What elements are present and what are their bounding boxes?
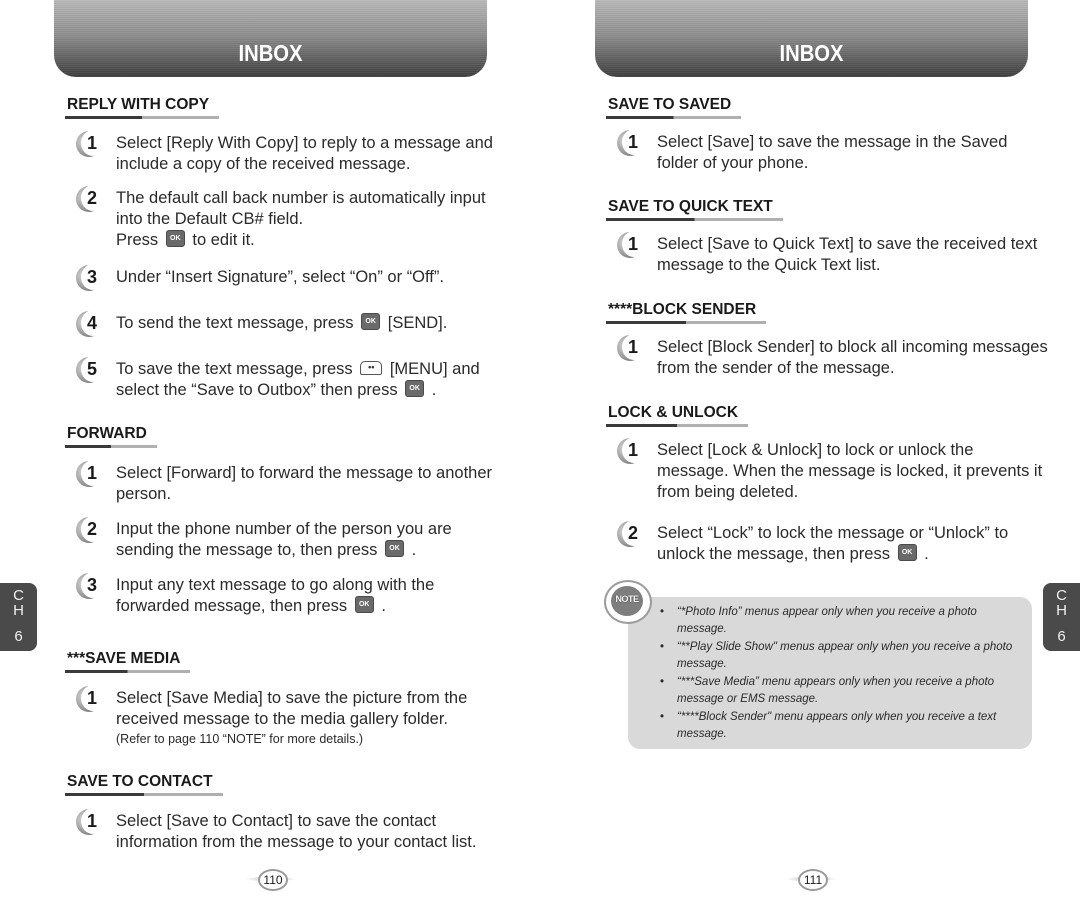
right-page: INBOX SAVE TO SAVED 1 Select [Save] to s…	[540, 0, 1080, 917]
heading-underline	[606, 321, 767, 324]
step-1: 1 Select [Reply With Copy] to reply to a…	[67, 130, 507, 175]
heading-underline	[606, 424, 749, 427]
step-number-icon: 1	[617, 437, 646, 464]
section-reply-with-copy: REPLY WITH COPY 1 Select [Reply With Cop…	[65, 96, 507, 401]
section-heading: ***SAVE MEDIA	[65, 650, 191, 673]
step-3: 3 Under “Insert Signature”, select “On” …	[67, 264, 507, 291]
step-number-icon: 2	[617, 520, 646, 547]
step-1: 1 Select [Lock & Unlock] to lock or unlo…	[608, 437, 1048, 503]
step-number-icon: 3	[76, 264, 105, 291]
step-5: 5 To save the text message, press •• [ME…	[67, 356, 507, 401]
step-number-icon: 1	[76, 685, 105, 712]
banner-title: INBOX	[779, 40, 844, 66]
menu-key-icon: ••	[360, 360, 383, 375]
step-1: 1 Select [Save to Quick Text] to save th…	[608, 231, 1048, 276]
step-1: 1 Select [Forward] to forward the messag…	[67, 460, 507, 505]
heading-underline	[606, 116, 742, 119]
step-2: 2 Input the phone number of the person y…	[67, 516, 507, 561]
section-heading: ****BLOCK SENDER	[606, 301, 767, 324]
step-1: 1 Select [Save to Contact] to save the c…	[67, 808, 507, 853]
step-3: 3 Input any text message to go along wit…	[67, 572, 507, 617]
banner-title: INBOX	[238, 40, 303, 66]
step-number-icon: 5	[76, 356, 105, 383]
heading-underline	[65, 670, 191, 673]
section-heading: LOCK & UNLOCK	[606, 404, 749, 427]
step-number-icon: 1	[76, 460, 105, 487]
inbox-banner: INBOX	[54, 0, 487, 77]
section-forward: FORWARD 1 Select [Forward] to forward th…	[65, 425, 507, 617]
step-1: 1 Select [Save Media] to save the pictur…	[67, 685, 507, 748]
note-item: • “*Photo Info” menus appear only when yo…	[660, 606, 977, 635]
note-item: • “***Save Media” menu appears only when …	[660, 676, 995, 705]
step-1: 1 Select [Block Sender] to block all inc…	[608, 334, 1048, 379]
reference-note: (Refer to page 110 “NOTE” for more detai…	[116, 732, 364, 746]
step-2: 2 The default call back number is automa…	[67, 185, 507, 251]
chapter-tab-left: C H 6	[0, 583, 37, 651]
step-number-icon: 2	[76, 516, 105, 543]
step-number-icon: 1	[76, 130, 105, 157]
step-4: 4 To send the text message, press OK [SE…	[67, 310, 507, 337]
step-number-icon: 1	[617, 231, 646, 258]
section-save-to-contact: SAVE TO CONTACT 1 Select [Save to Contac…	[65, 773, 507, 853]
section-heading: REPLY WITH COPY	[65, 96, 220, 119]
section-heading: SAVE TO SAVED	[606, 96, 742, 119]
left-page: INBOX REPLY WITH COPY 1 Select [Reply Wi…	[0, 0, 540, 917]
section-save-to-quick-text: SAVE TO QUICK TEXT 1 Select [Save to Qui…	[606, 198, 1048, 276]
ok-key-icon: OK	[165, 230, 185, 248]
page-number: 110	[241, 869, 301, 891]
step-number-icon: 2	[76, 185, 105, 212]
step-number-icon: 1	[617, 129, 646, 156]
note-item: • “****Block Sender" menu appears only wh…	[660, 711, 997, 740]
ok-key-icon: OK	[897, 544, 917, 562]
inbox-banner: INBOX	[595, 0, 1028, 77]
ok-key-icon: OK	[385, 540, 405, 558]
chapter-tab-right: C H 6	[1043, 583, 1080, 651]
heading-underline	[606, 218, 783, 221]
section-save-media: ***SAVE MEDIA 1 Select [Save Media] to s…	[65, 650, 507, 748]
step-number-icon: 1	[76, 808, 105, 835]
section-heading: FORWARD	[65, 425, 157, 448]
ok-key-icon: OK	[361, 313, 381, 331]
section-block-sender: ****BLOCK SENDER 1 Select [Block Sender]…	[606, 301, 1048, 379]
section-lock-unlock: LOCK & UNLOCK 1 Select [Lock & Unlock] t…	[606, 404, 1048, 565]
ok-key-icon: OK	[405, 380, 425, 398]
step-number-icon: 1	[617, 334, 646, 361]
heading-underline	[65, 445, 157, 448]
step-1: 1 Select [Save] to save the message in t…	[608, 129, 1048, 174]
page-number: 111	[781, 869, 841, 891]
section-heading: SAVE TO QUICK TEXT	[606, 198, 783, 221]
heading-underline	[65, 793, 223, 796]
step-number-icon: 3	[76, 572, 105, 599]
ok-key-icon: OK	[354, 596, 374, 614]
section-save-to-saved: SAVE TO SAVED 1 Select [Save] to save th…	[606, 96, 1048, 174]
step-number-icon: 4	[76, 310, 105, 337]
section-heading: SAVE TO CONTACT	[65, 773, 223, 796]
note-icon: NOTE	[604, 580, 652, 624]
step-2: 2 Select “Lock” to lock the message or “…	[608, 520, 1048, 565]
note-list: • “*Photo Info” menus appear only when yo…	[660, 604, 1028, 744]
note-item: • “**Play Slide Show" menus appear only w…	[660, 641, 1013, 670]
heading-underline	[65, 116, 220, 119]
